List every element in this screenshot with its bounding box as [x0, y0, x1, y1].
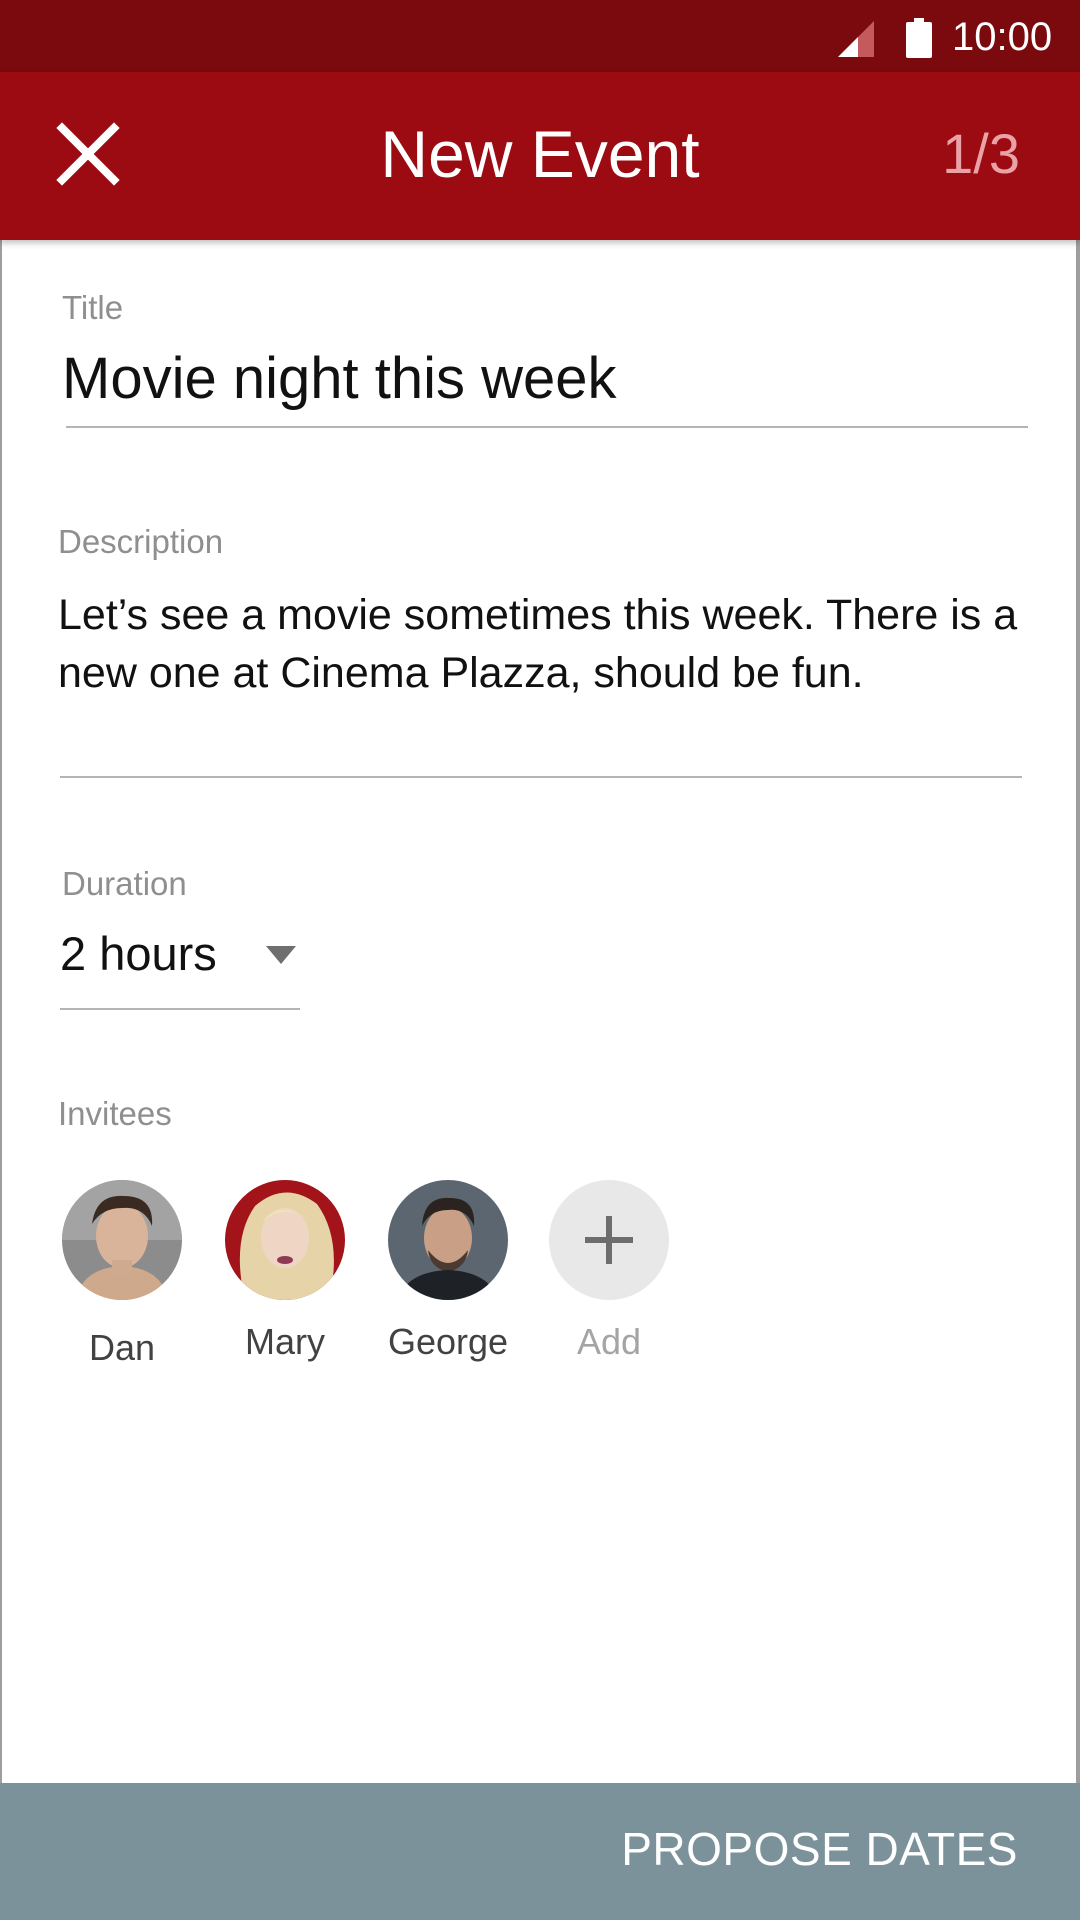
- description-label: Description: [58, 523, 224, 560]
- battery-icon: [906, 18, 932, 58]
- description-input[interactable]: Let’s see a movie sometimes this week. T…: [58, 586, 1028, 702]
- person-photo-icon: [388, 1180, 508, 1300]
- invitees-label: Invitees: [58, 1095, 172, 1132]
- dropdown-arrow-icon: [266, 946, 296, 964]
- avatar: [225, 1180, 345, 1300]
- description-underline: [60, 776, 1022, 778]
- duration-value: 2 hours: [60, 927, 217, 980]
- person-photo-icon: [225, 1180, 345, 1300]
- status-time: 10:00: [952, 15, 1053, 59]
- new-event-screen: 10:00 New Event 1/3 Title Movie night th…: [0, 0, 1080, 1920]
- signal-icon: [838, 21, 874, 57]
- page-title: New Event: [380, 117, 700, 191]
- step-counter: 1/3: [942, 122, 1020, 185]
- invitee-george[interactable]: George: [378, 1180, 518, 1364]
- app-bar: New Event 1/3: [0, 72, 1080, 240]
- plus-icon: [585, 1216, 633, 1264]
- title-input[interactable]: Movie night this week: [62, 344, 616, 414]
- invitee-name: Dan: [88, 1327, 156, 1368]
- invitee-name: George: [387, 1321, 509, 1362]
- title-underline: [66, 426, 1028, 428]
- duration-label: Duration: [62, 865, 187, 902]
- add-invitee-label: Add: [576, 1321, 642, 1362]
- add-circle: [549, 1180, 669, 1300]
- avatar: [62, 1180, 182, 1300]
- event-form: Title Movie night this week Description …: [0, 240, 1080, 1783]
- propose-dates-button[interactable]: PROPOSE DATES: [621, 1821, 1018, 1877]
- invitee-dan[interactable]: Dan: [52, 1180, 192, 1370]
- avatar: [388, 1180, 508, 1300]
- add-invitee-button[interactable]: Add: [539, 1180, 679, 1364]
- duration-dropdown[interactable]: 2 hours: [60, 920, 300, 1010]
- bottom-action-bar: PROPOSE DATES: [0, 1783, 1080, 1920]
- status-bar: 10:00: [0, 0, 1080, 72]
- title-label: Title: [62, 289, 124, 326]
- invitee-name: Mary: [245, 1321, 325, 1362]
- invitee-mary[interactable]: Mary: [215, 1180, 355, 1364]
- duration-underline: [60, 1008, 300, 1010]
- person-photo-icon: [62, 1180, 182, 1300]
